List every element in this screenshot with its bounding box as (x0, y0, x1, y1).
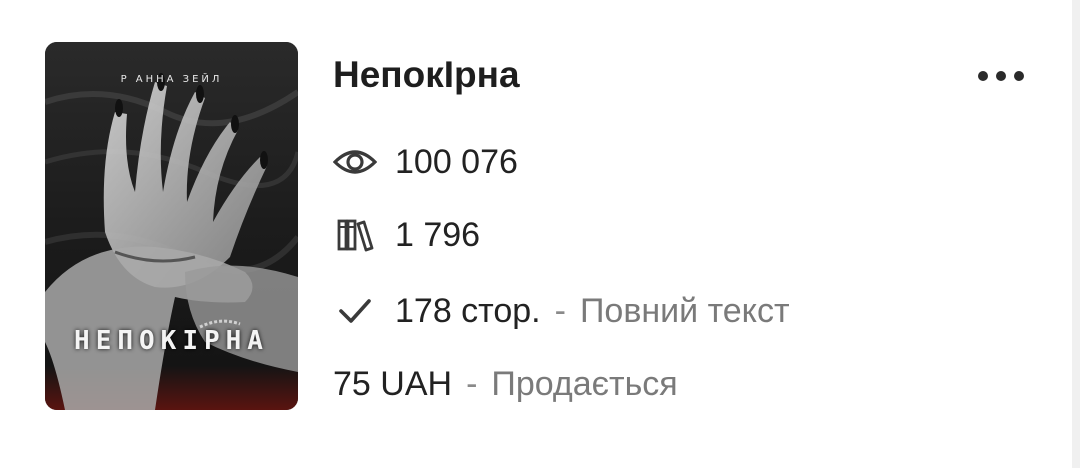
pages-separator: - (554, 291, 566, 330)
more-options-button[interactable] (968, 58, 1034, 94)
books-icon (333, 213, 377, 257)
library-count: 1 796 (395, 215, 481, 254)
views-count: 100 076 (395, 142, 518, 181)
price-row: 75 UAH - Продається (333, 362, 678, 406)
cover-title: НЕПОКІРНА (74, 326, 269, 356)
more-dots-icon (978, 71, 1024, 81)
book-cover[interactable]: Р АННА ЗЕЙЛ НЕПОКІРНА (45, 42, 298, 410)
cover-author: Р АННА ЗЕЙЛ (120, 74, 223, 85)
views-row: 100 076 (333, 140, 518, 184)
sale-status: Продається (491, 364, 678, 403)
book-card[interactable]: Р АННА ЗЕЙЛ НЕПОКІРНА НепокІрна 100 076 (0, 0, 1072, 468)
price-separator: - (466, 364, 478, 403)
pages-row: 178 стор. - Повний текст (333, 289, 790, 333)
checkmark-icon (333, 289, 377, 333)
price: 75 UAH (333, 364, 453, 403)
eye-icon (333, 140, 377, 184)
book-title[interactable]: НепокІрна (333, 54, 520, 96)
page-count: 178 стор. (395, 291, 541, 330)
completion-status: Повний текст (579, 291, 790, 330)
library-row: 1 796 (333, 213, 480, 257)
